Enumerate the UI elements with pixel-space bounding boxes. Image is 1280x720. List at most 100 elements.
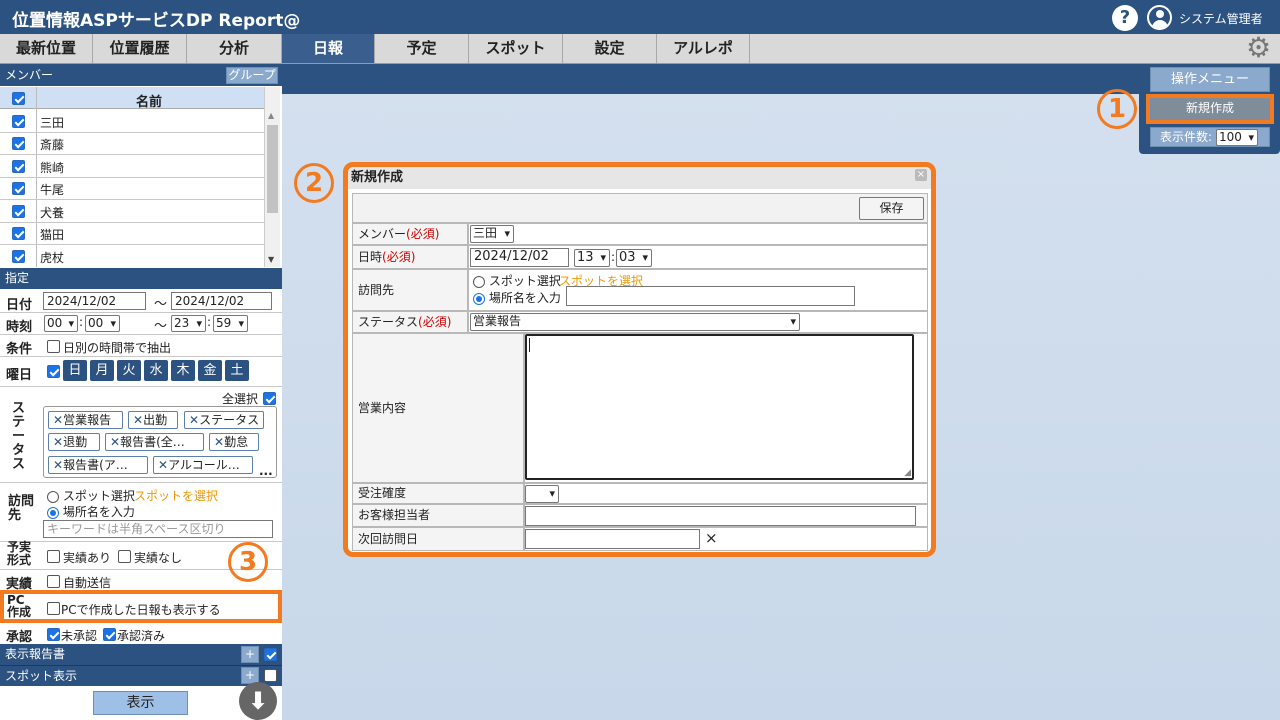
weekday-all-checkbox[interactable] [47,364,60,379]
spot-select-link[interactable]: スポットを選択 [134,487,218,504]
member-name: 斎藤 [40,138,65,152]
member-checkbox[interactable] [12,160,25,173]
tab-daily-report[interactable]: 日報 [282,34,375,63]
user-name[interactable]: システム管理者 [1179,10,1263,27]
weekday-mon-button[interactable]: 月 [90,360,114,381]
report-date-input[interactable]: 2024/12/02 [470,248,569,267]
status-chip[interactable]: ✕退勤 [48,433,100,451]
clear-date-icon[interactable]: × [705,529,718,547]
weekday-tue-button[interactable]: 火 [117,360,141,381]
resize-handle-icon[interactable]: ◢ [904,468,911,478]
weekday-wed-button[interactable]: 水 [144,360,168,381]
keyword-input[interactable]: キーワードは半角スペース区切り [43,520,273,538]
gear-icon[interactable]: ⚙ [1246,34,1271,62]
show-button[interactable]: 表示 [93,691,188,715]
time-label: 時刻 [6,320,33,335]
actual-no-label: 実績なし [134,551,183,565]
tab-analysis[interactable]: 分析 [187,34,282,63]
display-count-select[interactable]: 100 [1216,129,1258,146]
member-checkbox[interactable] [12,250,25,263]
report-minute-select[interactable]: 03 [616,249,652,267]
scrollbar-thumb[interactable] [267,125,278,213]
place-input-radio[interactable]: 場所名を入力 [47,503,135,520]
save-button[interactable]: 保存 [859,197,924,220]
unapproved-label: 未承認 [61,629,98,643]
weekday-thu-button[interactable]: 木 [171,360,195,381]
time-separator: : [207,315,212,329]
time-from-hour-select[interactable]: 00 [44,315,78,332]
tab-settings[interactable]: 設定 [563,34,657,63]
member-checkbox[interactable] [12,115,25,128]
next-visit-date-input[interactable] [525,529,700,549]
member-checkbox[interactable] [12,182,25,195]
new-report-dialog: 新規作成 × 保存 メンバー(必須) 三田 日時(必須) 2024/12/02 … [343,162,936,557]
member-checkbox[interactable] [12,137,25,150]
actual-no-checkbox[interactable] [118,549,131,564]
tab-alcohol-report[interactable]: アルレポ [657,34,750,63]
actual-yes-label: 実績あり [63,551,112,565]
scroll-up-icon[interactable]: ▲ [268,111,274,120]
scroll-down-icon[interactable]: ▼ [268,255,274,264]
member-checkbox[interactable] [12,227,25,240]
status-chip[interactable]: ✕ステータス [184,411,264,429]
weekday-fri-button[interactable]: 金 [198,360,222,381]
tab-position-history[interactable]: 位置履歴 [93,34,187,63]
scroll-down-arrow-icon[interactable]: ⬇ [239,682,277,720]
weekday-sun-button[interactable]: 日 [63,360,87,381]
more-chips-icon[interactable]: ... [259,464,273,478]
main-header-band [282,64,1280,94]
customer-contact-input[interactable] [525,506,916,526]
approved-checkbox[interactable] [103,627,116,642]
time-from-minute-select[interactable]: 00 [85,315,120,332]
tab-latest-position[interactable]: 最新位置 [0,34,93,63]
member-checkbox[interactable] [12,205,25,218]
dialog-spot-select-radio[interactable]: スポット選択 [473,272,561,289]
status-chip[interactable]: ✕勤怠 [209,433,259,451]
user-icon[interactable] [1147,5,1172,30]
auto-send-checkbox[interactable] [47,574,60,589]
order-probability-select[interactable] [525,485,559,503]
dialog-close-icon[interactable]: × [915,169,927,181]
help-icon[interactable]: ? [1112,5,1138,31]
status-chip[interactable]: ✕出勤 [128,411,178,429]
report-hour-select[interactable]: 13 [574,249,610,267]
member-list-scrollbar[interactable]: ▲ ▼ [264,87,280,267]
date-from-input[interactable]: 2024/12/02 [43,292,146,310]
text-cursor [529,338,530,352]
dialog-status-select[interactable]: 営業報告 [470,313,800,331]
dialog-place-name-input[interactable] [566,286,855,306]
status-chip[interactable]: ✕営業報告 [48,411,123,429]
tab-schedule[interactable]: 予定 [375,34,469,63]
weekday-sat-button[interactable]: 土 [225,360,249,381]
select-all-status-checkbox[interactable] [263,391,276,406]
report-display-checkbox[interactable] [264,647,277,662]
tab-spot[interactable]: スポット [469,34,563,63]
spot-select-radio[interactable]: スポット選択 [47,487,135,504]
dialog-place-input-radio[interactable]: 場所名を入力 [473,289,561,306]
status-chip[interactable]: ✕報告書(ア… [48,456,148,474]
report-time-separator: : [611,250,616,264]
unapproved-checkbox[interactable] [47,627,60,642]
actual-yes-checkbox[interactable] [47,549,60,564]
dialog-spot-select-label: スポット選択 [488,274,561,288]
time-to-minute-select[interactable]: 59 [213,315,248,332]
report-display-expand-button[interactable]: + [241,646,259,663]
content-textarea[interactable]: ◢ [525,334,914,480]
spot-display-checkbox[interactable] [264,668,277,683]
place-input-label: 場所名を入力 [62,505,135,519]
spot-display-header: スポット表示 [0,665,282,686]
date-to-input[interactable]: 2024/12/02 [171,292,272,310]
status-chip[interactable]: ✕アルコール… [153,456,253,474]
weekday-label: 曜日 [6,368,33,383]
status-chip[interactable]: ✕報告書(全… [105,433,204,451]
member-name: 猫田 [40,228,65,242]
time-to-hour-select[interactable]: 23 [171,315,206,332]
member-select[interactable]: 三田 [470,225,514,243]
select-all-members-checkbox[interactable] [12,91,25,106]
highlight-new-create [1146,94,1274,124]
group-button[interactable]: グループ [226,67,278,84]
time-slot-checkbox[interactable] [47,339,60,354]
operation-menu-button[interactable]: 操作メニュー [1150,67,1270,92]
dialog-place-input-label: 場所名を入力 [488,291,561,305]
condition-text: 日別の時間帯で抽出 [63,341,172,355]
